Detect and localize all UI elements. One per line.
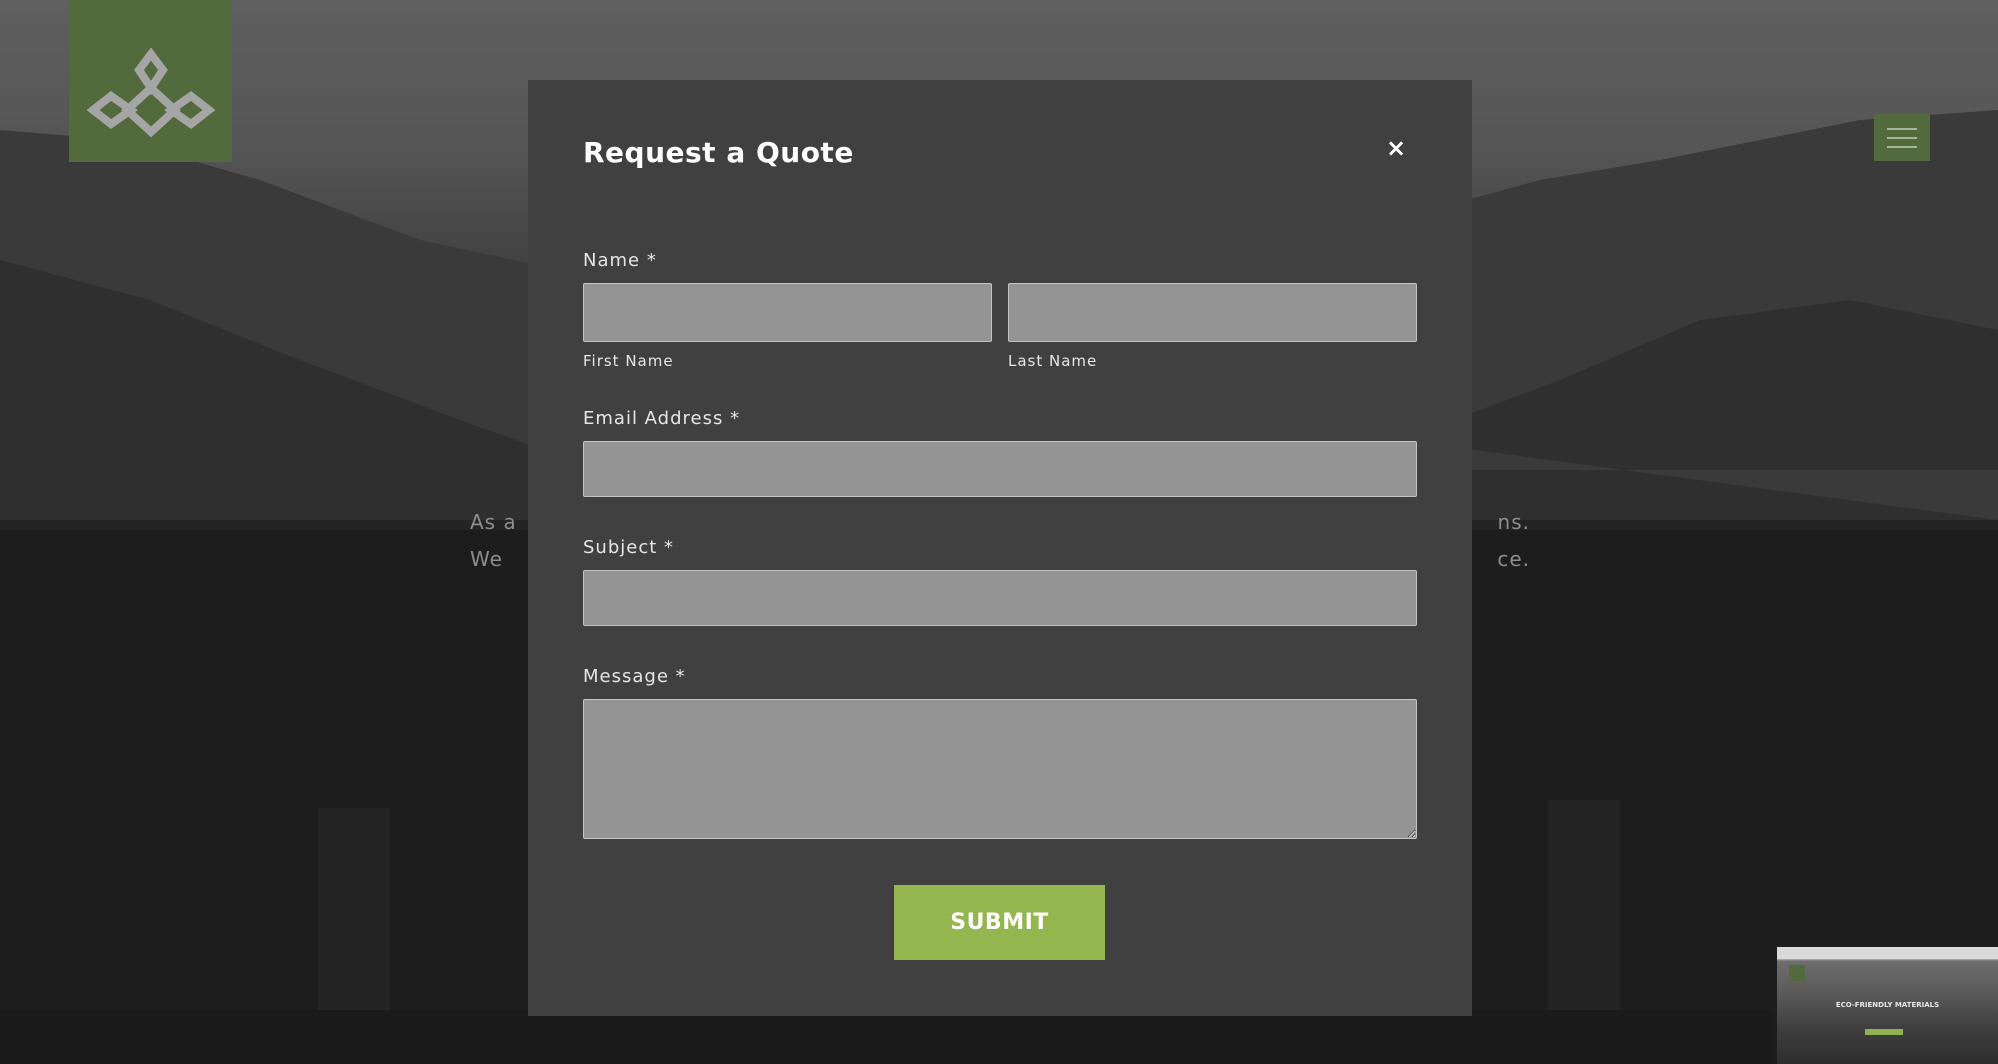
hamburger-menu-icon bbox=[1887, 137, 1917, 139]
hero-line2-start: We bbox=[470, 547, 503, 571]
first-name-sublabel: First Name bbox=[583, 352, 674, 370]
hero-line2-end: ce. bbox=[1497, 547, 1530, 571]
submit-button[interactable]: SUBMIT bbox=[894, 885, 1105, 960]
hero-line1-start: As a bbox=[470, 510, 517, 534]
message-label: Message * bbox=[583, 666, 686, 687]
hero-line1-end: ns. bbox=[1497, 510, 1530, 534]
leaf-logo-icon bbox=[87, 48, 215, 138]
name-label: Name * bbox=[583, 250, 657, 271]
email-label: Email Address * bbox=[583, 408, 741, 429]
thumbnail-logo bbox=[1789, 965, 1805, 981]
site-logo[interactable] bbox=[69, 0, 232, 162]
email-field[interactable] bbox=[583, 441, 1417, 497]
request-quote-modal: Request a Quote × Name * First Name Last… bbox=[528, 80, 1472, 1016]
last-name-sublabel: Last Name bbox=[1008, 352, 1098, 370]
subject-label: Subject * bbox=[583, 537, 675, 558]
close-icon[interactable]: × bbox=[1384, 136, 1408, 160]
thumbnail-browser-bar bbox=[1777, 947, 1998, 959]
thumbnail-screen: ECO-FRIENDLY MATERIALS bbox=[1777, 947, 1998, 1064]
last-name-field[interactable] bbox=[1008, 283, 1417, 342]
page-preview-thumbnail[interactable]: ECO-FRIENDLY MATERIALS bbox=[1772, 942, 1998, 1064]
modal-title: Request a Quote bbox=[583, 136, 854, 169]
hamburger-menu-icon bbox=[1887, 146, 1917, 148]
hamburger-menu-icon bbox=[1887, 128, 1917, 130]
thumbnail-button bbox=[1865, 1029, 1903, 1035]
message-textarea[interactable] bbox=[583, 699, 1417, 839]
subject-field[interactable] bbox=[583, 570, 1417, 626]
first-name-field[interactable] bbox=[583, 283, 992, 342]
thumbnail-title: ECO-FRIENDLY MATERIALS bbox=[1835, 1001, 1940, 1009]
hamburger-menu-button[interactable] bbox=[1874, 114, 1930, 161]
